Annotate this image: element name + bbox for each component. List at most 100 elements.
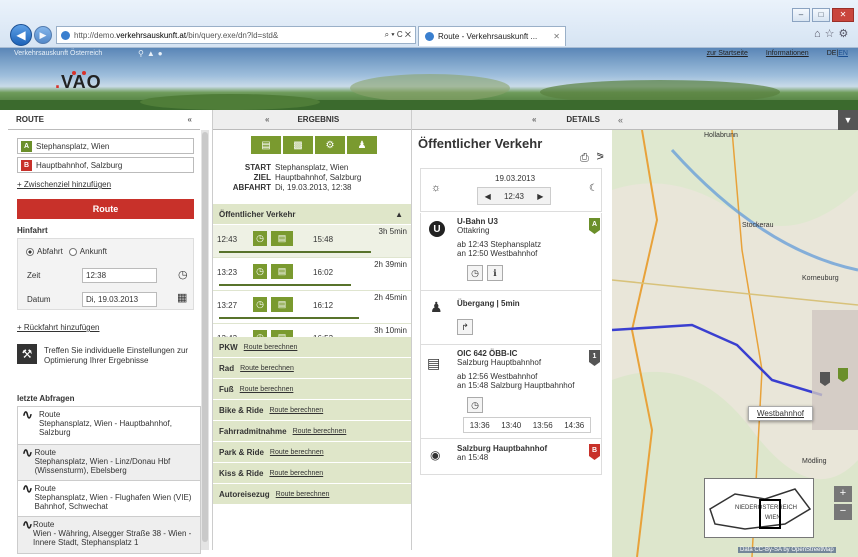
category-row[interactable]: Fuß Route berechnen [213, 379, 411, 400]
address-bar[interactable]: http://demo. verkehrsauskunft.at/bin/quer… [56, 26, 416, 44]
wrench-icon[interactable]: ⚒ [17, 344, 37, 364]
abfahrt-radio[interactable] [26, 247, 34, 256]
route-berechnen-link[interactable]: Route berechnen [269, 407, 323, 414]
collapse-up-icon[interactable]: ▲ [395, 210, 403, 219]
walk-label: Übergang | 5min [457, 299, 520, 308]
collapse-map-button[interactable]: « [618, 115, 623, 125]
minimize-button[interactable]: – [792, 8, 810, 22]
leg-walk[interactable]: ♟ Übergang | 5min ↱ [420, 291, 602, 345]
category-label: Park & Ride [219, 447, 264, 457]
category-row[interactable]: Kiss & Ride Route berechnen [213, 463, 411, 484]
lang-de[interactable]: DE [827, 50, 837, 57]
zeit-input[interactable]: 12:38 [82, 268, 157, 283]
route-panel-scrollbar[interactable] [201, 130, 209, 550]
site-tools-icons[interactable]: ⚲▲● [138, 49, 166, 58]
category-row[interactable]: Rad Route berechnen [213, 358, 411, 379]
tab-ergebnis[interactable]: ERGEBNIS [297, 115, 339, 124]
link-informationen[interactable]: Informationen [766, 50, 809, 57]
clock-icon[interactable]: ◷ [253, 264, 267, 279]
alt-time[interactable]: 13:56 [533, 421, 553, 430]
category-row[interactable]: Bike & Ride Route berechnen [213, 400, 411, 421]
minimap-viewport[interactable] [759, 499, 781, 529]
route-berechnen-link[interactable]: Route berechnen [244, 344, 298, 351]
car-mode-icon[interactable]: ▩ [283, 136, 313, 154]
map[interactable]: « ▼ Hollabrunn Stockerau Korneuburg Mödl… [612, 110, 858, 557]
tab-close-icon[interactable]: ✕ [553, 32, 565, 41]
back-button[interactable]: ◀ [10, 24, 32, 46]
route-berechnen-link[interactable]: Route berechnen [270, 449, 324, 456]
browser-tools-icons[interactable]: ⌂☆⚙ [814, 27, 852, 40]
category-row[interactable]: Park & Ride Route berechnen [213, 442, 411, 463]
route-berechnen-link[interactable]: Route berechnen [293, 428, 347, 435]
overview-minimap[interactable]: NIEDERÖSTERREICH WIEN [704, 478, 814, 538]
tab-details[interactable]: DETAILS [566, 115, 600, 124]
clock-icon[interactable]: ◷ [253, 231, 267, 246]
info-icon[interactable]: ℹ [487, 265, 503, 281]
clock-icon[interactable]: ◷ [253, 297, 267, 312]
route-button[interactable]: Route [17, 199, 194, 219]
add-return-link[interactable]: + Rückfahrt hinzufügen [17, 323, 100, 332]
category-row[interactable]: Fahrradmitnahme Route berechnen [213, 421, 411, 442]
collapse-details-left[interactable]: « [532, 115, 536, 124]
alt-time[interactable]: 13:40 [501, 421, 521, 430]
route-icon: ∿ [22, 481, 33, 496]
bus-mode-icon[interactable]: ▤ [251, 136, 281, 154]
print-icon[interactable]: ⎙ [580, 152, 589, 165]
westbahnhof-popup[interactable]: Westbahnhof [748, 406, 813, 421]
datum-input[interactable]: Di, 19.03.2013 [82, 292, 157, 307]
connection-row[interactable]: 12:43 ◷ ▤ 15:48 3h 5min [213, 225, 411, 258]
connection-row[interactable]: 13:23 ◷ ▤ 16:02 2h 39min [213, 258, 411, 291]
recent-item[interactable]: ∿ Route Stephansplatz, Wien - Hauptbahnhof… [18, 407, 200, 445]
calendar-icon[interactable]: ▦ [177, 291, 187, 304]
close-window-button[interactable]: ✕ [832, 8, 854, 22]
route-berechnen-link[interactable]: Route berechnen [240, 365, 294, 372]
route-berechnen-link[interactable]: Route berechnen [269, 470, 323, 477]
tab-route[interactable]: ROUTE [16, 115, 44, 124]
from-field[interactable]: A Stephansplatz, Wien [17, 138, 194, 154]
destination-step[interactable]: ◉ Salzburg Hauptbahnhof an 15:48 B [420, 439, 602, 475]
alt-time[interactable]: 14:36 [564, 421, 584, 430]
browser-tab[interactable]: Route - Verkehrsauskunft ... ✕ [418, 26, 566, 46]
alt-time[interactable]: 13:36 [470, 421, 490, 430]
link-startseite[interactable]: zur Startseite [707, 50, 748, 57]
walk-mode-icon[interactable]: ♟ [347, 136, 377, 154]
leg-train[interactable]: ▤ OIC 642 ÖBB-IC Salzburg Hauptbahnhof a… [420, 345, 602, 439]
maximize-button[interactable]: □ [812, 8, 830, 22]
settings-text[interactable]: Treffen Sie individuelle Einstellungen z… [44, 346, 194, 366]
lang-en[interactable]: EN [838, 50, 848, 57]
train-icon[interactable]: ▤ [271, 264, 293, 279]
category-row[interactable]: Autoreisezug Route berechnen [213, 484, 411, 505]
route-berechnen-link[interactable]: Route berechnen [240, 386, 294, 393]
collapse-route-button[interactable]: « [188, 115, 192, 124]
recent-item[interactable]: ∿ Route Stephansplatz, Wien - Flughafen Wi… [18, 481, 200, 517]
connection-row[interactable]: 13:27 ◷ ▤ 16:12 2h 45min [213, 291, 411, 324]
forward-button[interactable]: ▶ [34, 26, 52, 44]
clock-icon[interactable]: ◷ [467, 265, 483, 281]
route-berechnen-link[interactable]: Route berechnen [276, 491, 330, 498]
zoom-in-button[interactable]: + [834, 486, 852, 502]
map-menu-button[interactable]: ▼ [838, 110, 858, 130]
share-icon[interactable]: ⪖ [596, 151, 604, 162]
clock-icon[interactable]: ◷ [178, 268, 188, 281]
oev-header[interactable]: Öffentlicher Verkehr ▲ [213, 204, 411, 225]
train-icon[interactable]: ▤ [271, 297, 293, 312]
ankunft-radio[interactable] [68, 247, 77, 256]
later-button[interactable]: ▶ [537, 192, 543, 201]
address-controls[interactable]: ⌕ ▾ C ✕ [385, 30, 415, 40]
earlier-button[interactable]: ◀ [485, 192, 491, 201]
to-field[interactable]: B Hauptbahnhof, Salzburg [17, 157, 194, 173]
collapse-results-left[interactable]: « [265, 115, 269, 124]
clock-icon[interactable]: ◷ [467, 397, 483, 413]
zoom-out-button[interactable]: − [834, 504, 852, 520]
bike-mode-icon[interactable]: ⚙ [315, 136, 345, 154]
category-row[interactable]: PKW Route berechnen [213, 337, 411, 358]
leg2-dep: ab 12:56 Westbahnhof [457, 372, 538, 381]
recent-item[interactable]: ∿ Route Wien - Währing, Alsegger Straße 38… [18, 517, 200, 553]
recent-item[interactable]: ∿ Route Stephansplatz, Wien - Linz/Donau H… [18, 445, 200, 481]
vao-logo[interactable]: .VAO [55, 72, 102, 93]
add-via-link[interactable]: + Zwischenziel hinzufügen [17, 180, 111, 189]
leg1-dep: ab 12:43 Stephansplatz [457, 240, 542, 249]
train-icon[interactable]: ▤ [271, 231, 293, 246]
turn-arrow-icon[interactable]: ↱ [457, 319, 473, 335]
leg-ubahn[interactable]: U U-Bahn U3 Ottakring ab 12:43 Stephansp… [420, 213, 602, 291]
